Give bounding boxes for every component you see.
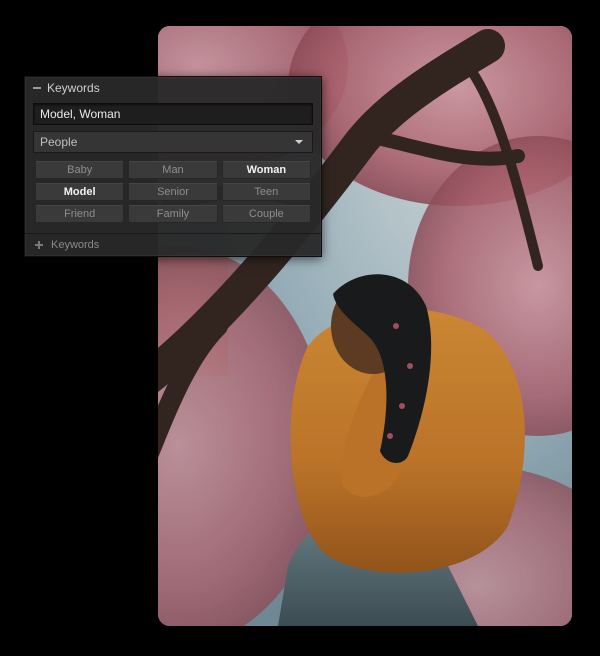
keywords-panel-title: Keywords — [47, 81, 100, 95]
keyword-tag[interactable]: Man — [128, 161, 217, 179]
keywords-category-dropdown[interactable]: People — [33, 131, 313, 153]
keyword-tag[interactable]: Family — [128, 205, 217, 223]
keyword-tag[interactable]: Teen — [222, 183, 311, 201]
keyword-tag[interactable]: Woman — [222, 161, 311, 179]
keyword-tag[interactable]: Model — [35, 183, 124, 201]
collapse-icon — [31, 82, 43, 94]
chevron-down-icon — [292, 135, 306, 149]
keyword-tag[interactable]: Baby — [35, 161, 124, 179]
keywords-panel-header[interactable]: Keywords — [25, 77, 321, 99]
keyword-tag[interactable]: Friend — [35, 205, 124, 223]
keywords-input[interactable] — [33, 103, 313, 125]
keyword-tag[interactable]: Senior — [128, 183, 217, 201]
keywords-panel-body: People Baby Man Woman Model Senior Teen … — [25, 99, 321, 233]
keywords-panel: Keywords People Baby Man Woman Model Sen… — [24, 76, 322, 257]
keywords-category-value: People — [40, 135, 77, 149]
plus-icon — [33, 239, 45, 251]
keywords-panel-footer[interactable]: Keywords — [25, 233, 321, 256]
keywords-footer-label: Keywords — [51, 239, 99, 251]
keyword-tag[interactable]: Couple — [222, 205, 311, 223]
keywords-tag-grid: Baby Man Woman Model Senior Teen Friend … — [33, 159, 313, 225]
